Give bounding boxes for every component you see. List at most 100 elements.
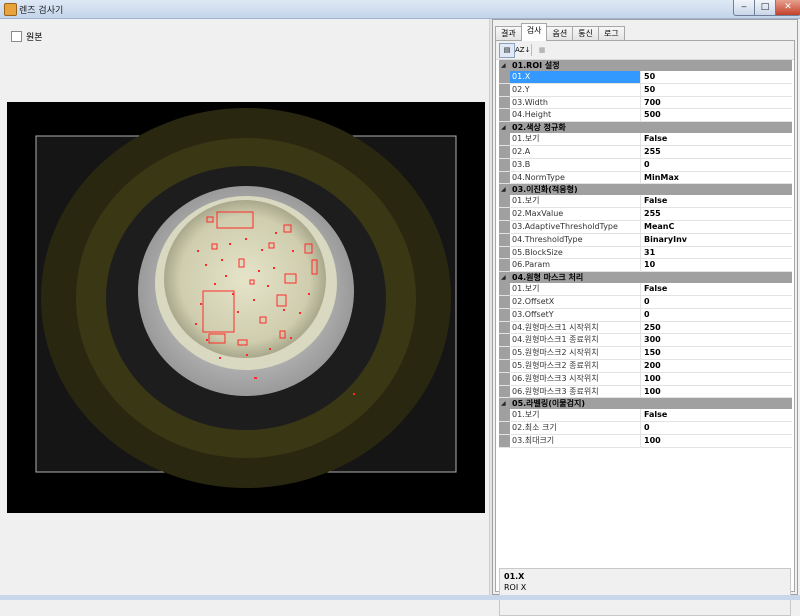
- collapse-icon[interactable]: ◢: [501, 275, 506, 281]
- property-name[interactable]: 05.BlockSize: [510, 246, 641, 259]
- property-value[interactable]: MinMax: [641, 172, 792, 184]
- property-value[interactable]: 50: [641, 84, 792, 96]
- alphabetical-icon[interactable]: AZ↓: [514, 43, 530, 58]
- tab-communication[interactable]: 통신: [572, 26, 599, 41]
- property-row[interactable]: 02.A 255: [499, 145, 792, 159]
- property-row[interactable]: 01.보기 False: [499, 133, 792, 146]
- tab-result[interactable]: 결과: [495, 26, 522, 41]
- property-name[interactable]: 02.A: [510, 145, 641, 158]
- property-name[interactable]: 04.NormType: [510, 171, 641, 184]
- property-row[interactable]: 04.NormType MinMax: [499, 171, 792, 185]
- property-value[interactable]: BinaryInv: [641, 234, 792, 246]
- property-name[interactable]: 06.원형마스크3 시작위치: [510, 372, 641, 385]
- property-value[interactable]: 100: [641, 373, 792, 385]
- property-name[interactable]: 02.최소 크기: [510, 422, 641, 434]
- property-value[interactable]: 500: [641, 109, 792, 121]
- property-row[interactable]: 06.원형마스크3 종료위치 100: [499, 385, 792, 399]
- property-value[interactable]: False: [641, 195, 792, 207]
- property-value[interactable]: MeanC: [641, 221, 792, 233]
- property-value[interactable]: 100: [641, 386, 792, 398]
- property-row[interactable]: 01.보기 False: [499, 409, 792, 423]
- property-row[interactable]: 03.Width 700: [499, 96, 792, 110]
- property-row[interactable]: 04.Height 500: [499, 109, 792, 123]
- property-row[interactable]: 01.X 50: [499, 71, 792, 84]
- collapse-icon[interactable]: ◢: [501, 401, 506, 407]
- categorized-icon[interactable]: ▤: [499, 43, 515, 58]
- tab-options[interactable]: 옵션: [546, 26, 574, 41]
- property-row[interactable]: 05.원형마스크2 종료위치 200: [499, 359, 792, 373]
- property-value[interactable]: 10: [641, 259, 792, 271]
- property-name[interactable]: 05.원형마스크2 종료위치: [510, 359, 641, 372]
- collapse-icon[interactable]: ◢: [501, 187, 506, 193]
- property-name[interactable]: 03.B: [510, 158, 641, 171]
- minimize-button[interactable]: ‒: [733, 0, 755, 16]
- property-row[interactable]: 05.BlockSize 31: [499, 246, 792, 260]
- property-name[interactable]: 01.보기: [510, 409, 641, 422]
- tab-inspection[interactable]: 검사: [520, 23, 548, 41]
- property-row[interactable]: 02.Y 50: [499, 83, 792, 97]
- property-value[interactable]: 700: [641, 97, 792, 109]
- property-name[interactable]: 03.Width: [510, 96, 641, 109]
- property-value[interactable]: False: [641, 283, 792, 295]
- property-name[interactable]: 06.원형마스크3 종료위치: [510, 385, 641, 398]
- property-category[interactable]: ◢ 02.색상 정규화: [499, 122, 792, 134]
- property-value[interactable]: 255: [641, 146, 792, 158]
- property-value[interactable]: 150: [641, 347, 792, 359]
- property-category[interactable]: ◢ 05.라벨링(이물검지): [499, 398, 792, 410]
- tab-log[interactable]: 로그: [597, 26, 625, 41]
- checkbox-box[interactable]: [11, 31, 22, 42]
- property-row[interactable]: 03.최대크기 100: [499, 434, 792, 448]
- property-name[interactable]: 03.최대크기: [510, 434, 641, 447]
- property-category[interactable]: ◢ 01.ROI 설정: [499, 60, 792, 71]
- property-row[interactable]: 03.AdaptiveThresholdType MeanC: [499, 220, 792, 234]
- property-row[interactable]: 04.원형마스크1 종료위치 300: [499, 334, 792, 348]
- property-row[interactable]: 04.원형마스크1 시작위치 250: [499, 321, 792, 335]
- property-value[interactable]: 0: [641, 422, 792, 434]
- property-grid[interactable]: ◢ 01.ROI 설정 01.X 50 02.Y 50 03.Width 700 04.Heig…: [499, 60, 792, 448]
- property-row[interactable]: 01.보기 False: [499, 283, 792, 296]
- property-value[interactable]: 0: [641, 296, 792, 308]
- property-value[interactable]: 31: [641, 247, 792, 259]
- property-name[interactable]: 04.원형마스크1 시작위치: [510, 321, 641, 334]
- property-row[interactable]: 05.원형마스크2 시작위치 150: [499, 347, 792, 360]
- property-value[interactable]: 100: [641, 435, 792, 447]
- property-category[interactable]: ◢ 03.이진화(적응형): [499, 184, 792, 196]
- collapse-icon[interactable]: ◢: [501, 125, 506, 131]
- property-row[interactable]: 02.최소 크기 0: [499, 422, 792, 435]
- property-value[interactable]: False: [641, 133, 792, 145]
- property-name[interactable]: 02.Y: [510, 83, 641, 96]
- property-name[interactable]: 01.보기: [510, 133, 641, 145]
- property-name[interactable]: 06.Param: [510, 259, 641, 272]
- property-name[interactable]: 01.보기: [510, 283, 641, 295]
- property-row[interactable]: 01.보기 False: [499, 195, 792, 209]
- property-name[interactable]: 02.OffsetX: [510, 295, 641, 308]
- property-name[interactable]: 01.X: [510, 71, 641, 83]
- property-row[interactable]: 02.OffsetX 0: [499, 295, 792, 309]
- property-value[interactable]: 200: [641, 360, 792, 372]
- property-value[interactable]: 300: [641, 334, 792, 346]
- maximize-button[interactable]: □: [754, 0, 776, 16]
- property-row[interactable]: 06.원형마스크3 시작위치 100: [499, 372, 792, 386]
- property-name[interactable]: 03.AdaptiveThresholdType: [510, 220, 641, 233]
- property-value[interactable]: 250: [641, 322, 792, 334]
- property-name[interactable]: 02.MaxValue: [510, 208, 641, 220]
- lens-image-view[interactable]: [7, 102, 485, 513]
- property-name[interactable]: 04.ThresholdType: [510, 233, 641, 246]
- property-value[interactable]: 50: [641, 71, 792, 83]
- property-pages-icon[interactable]: ▦: [534, 43, 550, 58]
- property-name[interactable]: 04.원형마스크1 종료위치: [510, 334, 641, 347]
- property-value[interactable]: 0: [641, 309, 792, 321]
- property-row[interactable]: 06.Param 10: [499, 259, 792, 273]
- property-name[interactable]: 03.OffsetY: [510, 308, 641, 321]
- original-checkbox[interactable]: 원본: [11, 30, 43, 43]
- collapse-icon[interactable]: ◢: [501, 63, 506, 69]
- property-name[interactable]: 04.Height: [510, 109, 641, 122]
- property-value[interactable]: 255: [641, 208, 792, 220]
- property-value[interactable]: 0: [641, 159, 792, 171]
- property-row[interactable]: 03.B 0: [499, 158, 792, 172]
- property-row[interactable]: 03.OffsetY 0: [499, 308, 792, 322]
- property-row[interactable]: 02.MaxValue 255: [499, 208, 792, 221]
- property-row[interactable]: 04.ThresholdType BinaryInv: [499, 233, 792, 247]
- close-button[interactable]: ✕: [775, 0, 800, 16]
- property-name[interactable]: 05.원형마스크2 시작위치: [510, 347, 641, 359]
